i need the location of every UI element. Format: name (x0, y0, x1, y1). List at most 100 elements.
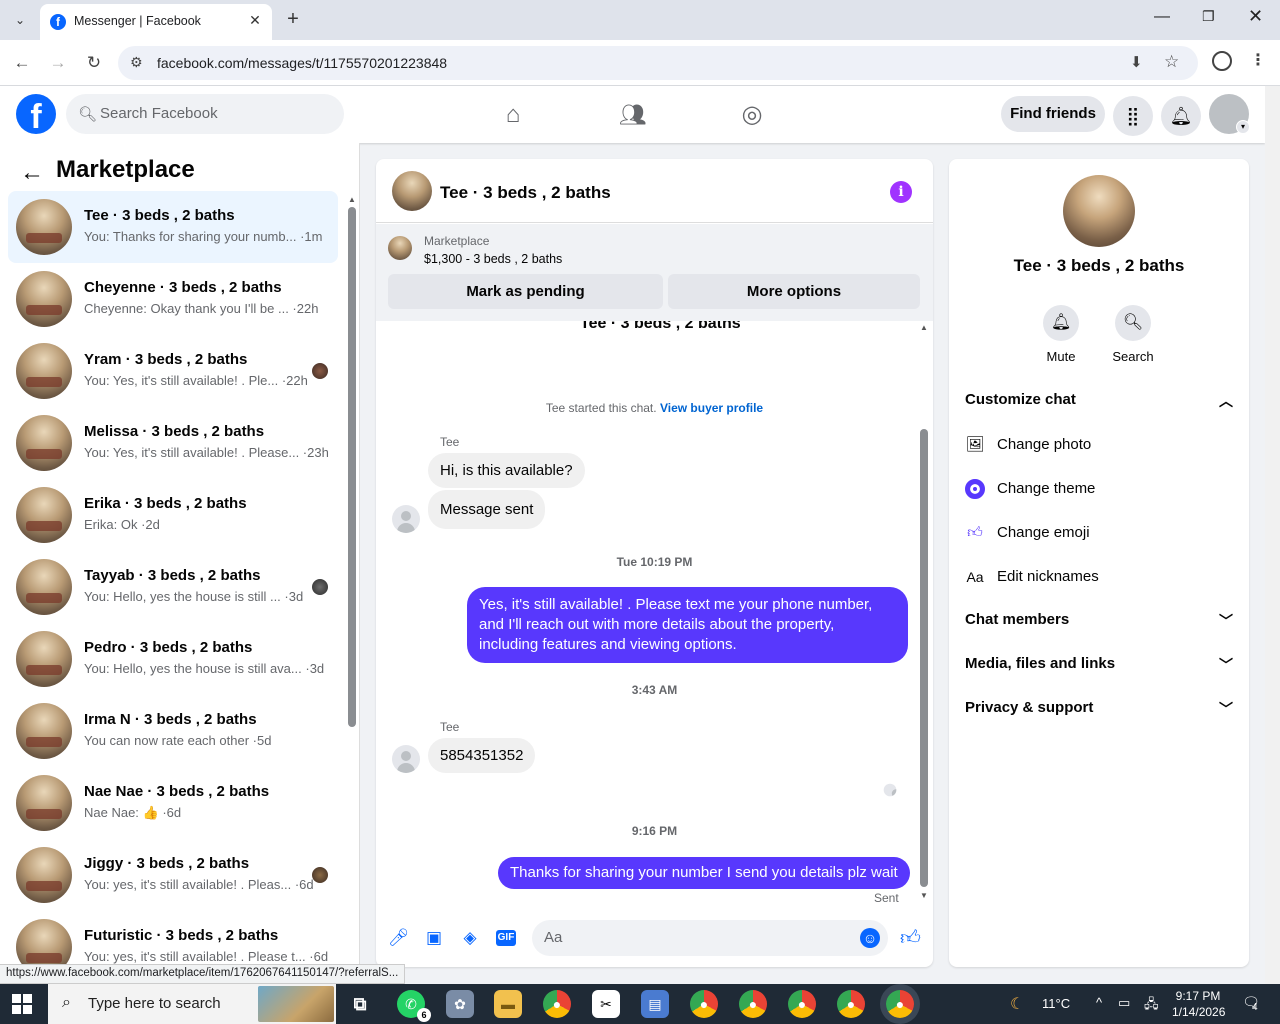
window-minimize-icon[interactable]: — (1154, 8, 1170, 26)
change-photo-item[interactable]: 🖼︎ Change photo (965, 435, 1233, 459)
chrome-profile-icon[interactable]: ● (788, 990, 816, 1018)
scrollbar-thumb[interactable] (920, 429, 928, 887)
incoming-message[interactable]: Hi, is this available? (428, 453, 585, 488)
facebook-search-input[interactable]: 🔍︎ Search Facebook (66, 94, 344, 134)
sender-avatar[interactable] (392, 745, 420, 773)
listing-thumbnail[interactable] (388, 236, 412, 260)
clock[interactable]: 9:17 PM 1/14/2026 (1172, 988, 1225, 1020)
taskbar-search-box[interactable]: ⌕ Type here to search (48, 984, 336, 1024)
account-chevron-icon[interactable]: ▾ (1236, 120, 1250, 134)
mute-button[interactable]: 🔔︎ Mute (1031, 305, 1091, 364)
conversation-item[interactable]: Tee · 3 beds , 2 baths You: Thanks for s… (8, 191, 338, 263)
conversation-item[interactable]: Yram · 3 beds , 2 baths You: Yes, it's s… (8, 335, 338, 407)
edit-nicknames-item[interactable]: Aa Edit nicknames (965, 567, 1233, 591)
conversation-item[interactable]: Jiggy · 3 beds , 2 baths You: yes, it's … (8, 839, 338, 911)
photo-attach-icon[interactable]: ▣ (424, 928, 444, 948)
window-close-icon[interactable]: ✕ (1248, 6, 1263, 27)
tab-search-chevron-icon[interactable]: ⌄ (8, 8, 32, 32)
scroll-down-icon[interactable]: ▼ (920, 891, 928, 900)
menu-grid-icon[interactable]: ⣿ (1113, 96, 1153, 136)
gif-icon[interactable]: GIF (496, 930, 516, 946)
incoming-message[interactable]: Message sent (428, 490, 546, 529)
back-arrow-icon[interactable]: ← (11, 52, 33, 74)
media-files-section[interactable]: Media, files and links ﹀ (965, 655, 1233, 679)
address-bar[interactable]: ⚙ facebook.com/messages/t/11755702012238… (118, 46, 1198, 80)
change-emoji-item[interactable]: 👍︎ Change emoji (965, 523, 1233, 547)
groups-icon[interactable]: ◎ (737, 100, 767, 130)
incoming-message[interactable]: 5854351352 (428, 738, 536, 773)
install-app-icon[interactable]: ⬇ (1130, 53, 1143, 71)
listing-avatar-large[interactable] (1063, 175, 1135, 247)
whatsapp-icon[interactable]: ✆ 6 (397, 990, 431, 1022)
chrome-profile-icon[interactable]: ● (739, 990, 767, 1018)
customize-chat-section[interactable]: Customize chat ︿ (965, 391, 1233, 415)
browser-profile-icon[interactable] (1212, 51, 1232, 71)
chat-title[interactable]: Tee · 3 beds , 2 baths (440, 183, 611, 203)
privacy-support-section[interactable]: Privacy & support ﹀ (965, 699, 1233, 723)
conversation-item[interactable]: Erika · 3 beds , 2 baths Erika: Ok ·2d (8, 479, 338, 551)
network-icon[interactable]: 🖧︎ (1144, 995, 1159, 1017)
sticker-icon[interactable]: ◈ (460, 928, 480, 948)
forward-arrow-icon[interactable]: → (47, 52, 69, 74)
sender-avatar[interactable] (392, 505, 420, 533)
meet-icon[interactable]: ▭ (1118, 995, 1130, 1011)
browser-menu-icon[interactable]: ⋮ (1250, 50, 1266, 70)
conversation-list-scrollbar[interactable]: ▲ (346, 191, 358, 966)
scroll-up-icon[interactable]: ▲ (920, 323, 928, 332)
chat-members-section[interactable]: Chat members ﹀ (965, 611, 1233, 635)
weather-moon-icon[interactable]: ☾ (1010, 994, 1024, 1014)
conversation-item[interactable]: Cheyenne · 3 beds , 2 baths Cheyenne: Ok… (8, 263, 338, 335)
more-options-button[interactable]: More options (668, 274, 920, 309)
conversation-info-icon[interactable]: i (890, 181, 912, 203)
chat-avatar[interactable] (392, 171, 432, 211)
scrollbar-thumb[interactable] (348, 207, 356, 727)
conversation-item[interactable]: Irma N · 3 beds , 2 baths You can now ra… (8, 695, 338, 767)
chrome-profile-icon[interactable]: ● (837, 990, 865, 1018)
message-input[interactable]: Aa ☺ (532, 920, 888, 956)
conversation-item[interactable]: Nae Nae · 3 beds , 2 baths Nae Nae: 👍 ·6… (8, 767, 338, 839)
browser-tab[interactable]: f Messenger | Facebook ✕ (40, 4, 272, 40)
chrome-profile-icon[interactable]: ● (690, 990, 718, 1018)
message-scrollbar[interactable]: ▲ ▼ (918, 321, 930, 903)
friends-icon[interactable]: 👥︎ (618, 100, 648, 130)
page-scrollbar[interactable] (1265, 86, 1280, 984)
conversation-item[interactable]: Melissa · 3 beds , 2 baths You: Yes, it'… (8, 407, 338, 479)
capcut-icon[interactable]: ✂ (592, 990, 620, 1018)
find-friends-button[interactable]: Find friends (1001, 96, 1105, 132)
windows-start-icon[interactable] (12, 994, 32, 1014)
window-restore-icon[interactable]: ❐ (1202, 8, 1215, 25)
thumbs-up-icon[interactable]: 👍︎ (900, 928, 921, 948)
view-buyer-profile-link[interactable]: View buyer profile (660, 401, 763, 415)
temperature[interactable]: 11°C (1042, 996, 1070, 1011)
conversation-item[interactable]: Tayyab · 3 beds , 2 baths You: Hello, ye… (8, 551, 338, 623)
back-arrow-icon[interactable]: ← (20, 159, 44, 187)
facebook-logo-icon[interactable]: f (16, 94, 56, 134)
tab-close-icon[interactable]: ✕ (246, 12, 264, 29)
tray-chevron-icon[interactable]: ^ (1096, 995, 1102, 1010)
bookmark-star-icon[interactable]: ☆ (1164, 52, 1179, 72)
outgoing-message[interactable]: Thanks for sharing your number I send yo… (498, 857, 910, 889)
conversation-item[interactable]: Futuristic · 3 beds , 2 baths You: yes, … (8, 911, 338, 966)
microphone-icon[interactable]: 🎤︎ (388, 928, 410, 948)
app-window-icon[interactable]: ▤ (641, 990, 669, 1018)
task-view-icon[interactable]: ⧉ (346, 990, 374, 1018)
outgoing-message[interactable]: Yes, it's still available! . Please text… (467, 587, 908, 663)
search-in-chat-button[interactable]: 🔍︎ Search (1103, 305, 1163, 364)
app-icon[interactable]: ✿ (446, 990, 474, 1018)
notifications-bell-icon[interactable]: 🔔︎ (1161, 96, 1201, 136)
chrome-icon[interactable]: ● (543, 990, 571, 1018)
chrome-profile-active-icon[interactable]: ● (886, 990, 914, 1018)
reload-icon[interactable]: ↻ (83, 52, 105, 74)
scroll-up-icon[interactable]: ▲ (348, 195, 356, 204)
conversation-item[interactable]: Pedro · 3 beds , 2 baths You: Hello, yes… (8, 623, 338, 695)
address-url[interactable]: facebook.com/messages/t/1175570201223848 (157, 55, 447, 71)
home-icon[interactable]: ⌂ (498, 100, 528, 130)
listing-price[interactable]: $1,300 - 3 beds , 2 baths (424, 252, 562, 266)
change-theme-item[interactable]: Change theme (965, 479, 1233, 503)
mark-as-pending-button[interactable]: Mark as pending (388, 274, 663, 309)
file-explorer-icon[interactable]: ▬ (494, 990, 522, 1018)
new-tab-plus-icon[interactable]: + (282, 8, 304, 30)
emoji-icon[interactable]: ☺ (860, 928, 880, 948)
notification-center-icon[interactable]: 🗨︎ 4 (1240, 994, 1262, 1014)
site-info-icon[interactable]: ⚙ (130, 54, 143, 71)
